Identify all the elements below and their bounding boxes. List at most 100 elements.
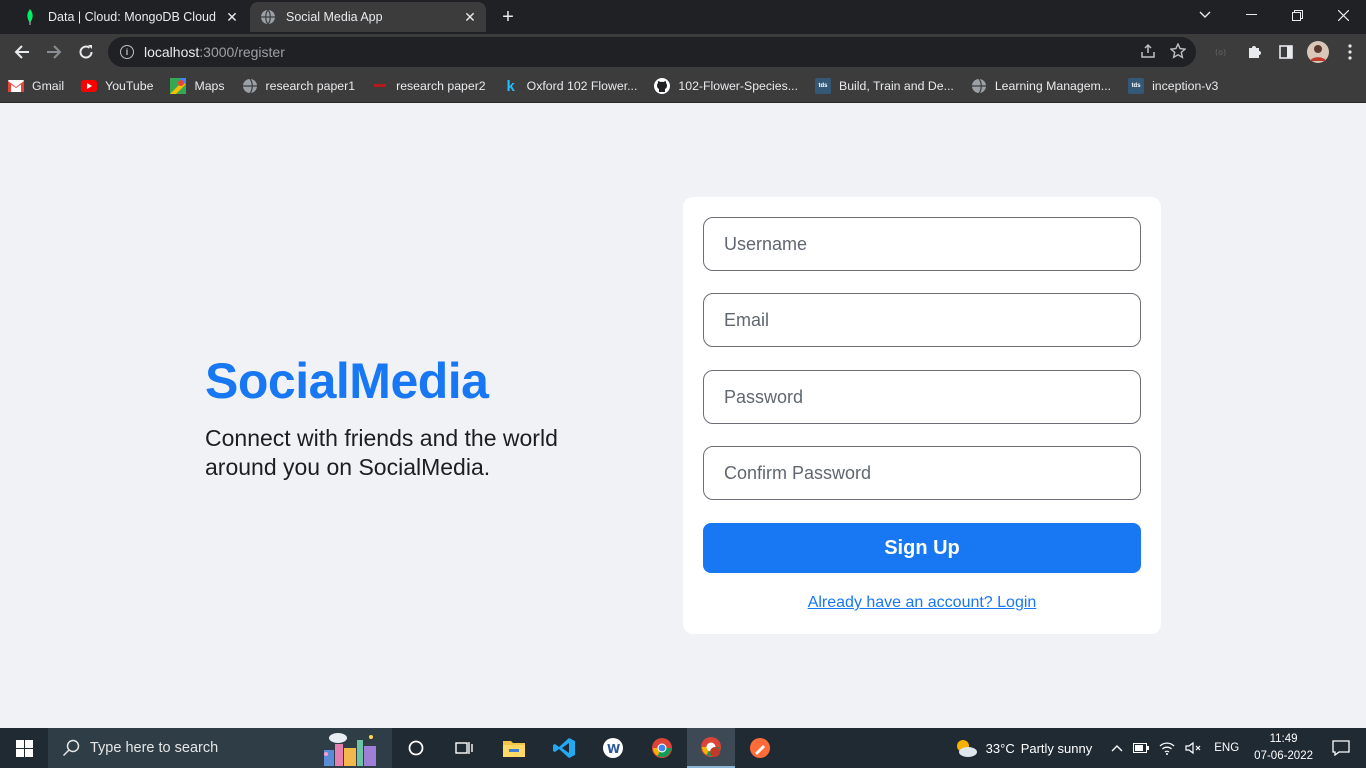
maps-icon — [170, 78, 187, 94]
bookmark-label: Build, Train and De... — [839, 79, 954, 93]
task-view-button[interactable] — [440, 728, 488, 768]
chrome-icon — [652, 738, 672, 758]
share-icon[interactable] — [1140, 43, 1156, 64]
chevron-up-icon[interactable] — [1111, 744, 1123, 752]
username-input[interactable] — [703, 217, 1141, 271]
bookmark-label: inception-v3 — [1152, 79, 1219, 93]
back-button[interactable] — [9, 39, 35, 65]
bookmark-star-icon[interactable] — [1169, 42, 1187, 64]
folder-icon — [503, 741, 525, 757]
svg-text:(o): (o) — [1215, 48, 1226, 57]
toolbar-actions: (o) — [1206, 38, 1366, 66]
bookmark-learning-management[interactable]: Learning Managem... — [971, 78, 1111, 94]
extension-icon[interactable]: (o) — [1206, 38, 1238, 66]
cortana-circle-icon — [408, 740, 424, 756]
red-dash-icon — [372, 78, 388, 94]
vscode-button[interactable] — [540, 728, 588, 768]
bookmark-flower-species[interactable]: 102-Flower-Species... — [654, 78, 798, 94]
clock-time: 11:49 — [1269, 733, 1298, 745]
gmail-icon — [8, 78, 24, 94]
reload-button[interactable] — [73, 39, 99, 65]
weather-widget[interactable]: 33°C Partly sunny — [954, 738, 1092, 758]
window-controls — [1182, 0, 1366, 30]
taskbar-search-box[interactable]: Type here to search — [48, 728, 392, 768]
bookmark-label: research paper1 — [265, 79, 356, 93]
chrome-profile-button[interactable] — [687, 728, 735, 768]
close-icon[interactable]: ✕ — [460, 7, 480, 27]
chrome-button[interactable] — [638, 728, 686, 768]
battery-icon[interactable] — [1133, 743, 1150, 753]
task-view-icon — [455, 742, 473, 754]
tds-icon: tds — [815, 78, 831, 94]
system-tray: 33°C Partly sunny ENG 11:49 07-06-2022 — [954, 728, 1366, 768]
clock[interactable]: 11:49 07-06-2022 — [1254, 731, 1313, 765]
postman-button[interactable] — [736, 728, 784, 768]
profile-avatar[interactable] — [1302, 38, 1334, 66]
youtube-icon — [81, 78, 98, 94]
word-app-button[interactable]: W — [589, 728, 637, 768]
cortana-button[interactable] — [392, 728, 440, 768]
tab-search-icon[interactable] — [1182, 0, 1228, 30]
confirm-password-input[interactable] — [703, 446, 1141, 500]
bookmark-label: YouTube — [105, 79, 154, 93]
globe-icon — [260, 9, 276, 25]
globe-icon — [971, 78, 987, 94]
menu-kebab-icon[interactable] — [1334, 38, 1366, 66]
browser-toolbar: i localhost:3000/register (o) — [0, 34, 1366, 70]
windows-start-button[interactable] — [0, 728, 48, 768]
close-window-button[interactable] — [1320, 0, 1366, 30]
bookmark-gmail[interactable]: Gmail — [8, 78, 64, 94]
sign-up-button[interactable]: Sign Up — [703, 523, 1141, 573]
address-bar[interactable]: i localhost:3000/register — [108, 37, 1196, 67]
bookmark-youtube[interactable]: YouTube — [81, 78, 153, 94]
bookmark-label: 102-Flower-Species... — [678, 79, 798, 93]
info-icon[interactable]: i — [120, 45, 134, 59]
url-host: localhost — [144, 44, 200, 60]
bookmark-inception-v3[interactable]: tds inception-v3 — [1128, 78, 1218, 94]
file-explorer-button[interactable] — [490, 728, 538, 768]
mongodb-leaf-icon — [22, 9, 38, 25]
browser-tab-strip: Data | Cloud: MongoDB Cloud ✕ Social Med… — [0, 0, 1366, 34]
svg-text:W: W — [607, 742, 620, 756]
tab-title: Data | Cloud: MongoDB Cloud — [48, 10, 216, 24]
notification-icon[interactable] — [1332, 740, 1350, 756]
globe-icon — [242, 78, 258, 94]
url-path: :3000/register — [199, 44, 285, 60]
puzzle-extensions-icon[interactable] — [1238, 38, 1270, 66]
new-tab-button[interactable]: + — [496, 6, 520, 28]
restore-button[interactable] — [1274, 0, 1320, 30]
bookmark-research-paper2[interactable]: research paper2 — [372, 78, 486, 94]
close-icon[interactable]: ✕ — [222, 7, 242, 27]
forward-button[interactable] — [41, 39, 67, 65]
weather-temp: 33°C — [985, 740, 1015, 756]
wifi-icon[interactable] — [1159, 741, 1175, 755]
side-panel-icon[interactable] — [1270, 38, 1302, 66]
postman-icon — [750, 738, 770, 758]
clock-date: 07-06-2022 — [1254, 750, 1313, 762]
email-input[interactable] — [703, 293, 1141, 347]
search-highlight-illustration-icon — [324, 733, 376, 766]
bookmark-research-paper1[interactable]: research paper1 — [242, 78, 356, 94]
kaggle-icon: k — [506, 77, 515, 95]
brand-logo-text: SocialMedia — [205, 353, 489, 409]
password-input[interactable] — [703, 370, 1141, 424]
word-circle-icon: W — [603, 738, 623, 758]
minimize-button[interactable] — [1228, 0, 1274, 30]
bookmark-label: Gmail — [32, 79, 65, 93]
tab-mongodb[interactable]: Data | Cloud: MongoDB Cloud ✕ — [8, 2, 248, 32]
bookmark-label: Learning Managem... — [994, 79, 1112, 93]
bookmark-label: Maps — [194, 79, 225, 93]
bookmark-maps[interactable]: Maps — [170, 78, 225, 94]
volume-muted-icon[interactable] — [1185, 741, 1201, 755]
bookmarks-bar: Gmail YouTube Maps research paper1 resea… — [0, 70, 1366, 103]
bookmark-label: Oxford 102 Flower... — [526, 79, 638, 93]
login-link[interactable]: Already have an account? Login — [683, 594, 1161, 612]
input-language[interactable]: ENG — [1214, 742, 1239, 754]
bookmark-oxford-flowers[interactable]: k Oxford 102 Flower... — [503, 77, 638, 95]
register-card: Sign Up Already have an account? Login — [683, 197, 1161, 634]
tagline: Connect with friends and the world aroun… — [205, 425, 558, 480]
tab-social-media-app[interactable]: Social Media App ✕ — [250, 2, 486, 32]
vscode-icon — [553, 738, 575, 758]
search-placeholder: Type here to search — [90, 740, 219, 756]
bookmark-build-train[interactable]: tds Build, Train and De... — [815, 78, 954, 94]
